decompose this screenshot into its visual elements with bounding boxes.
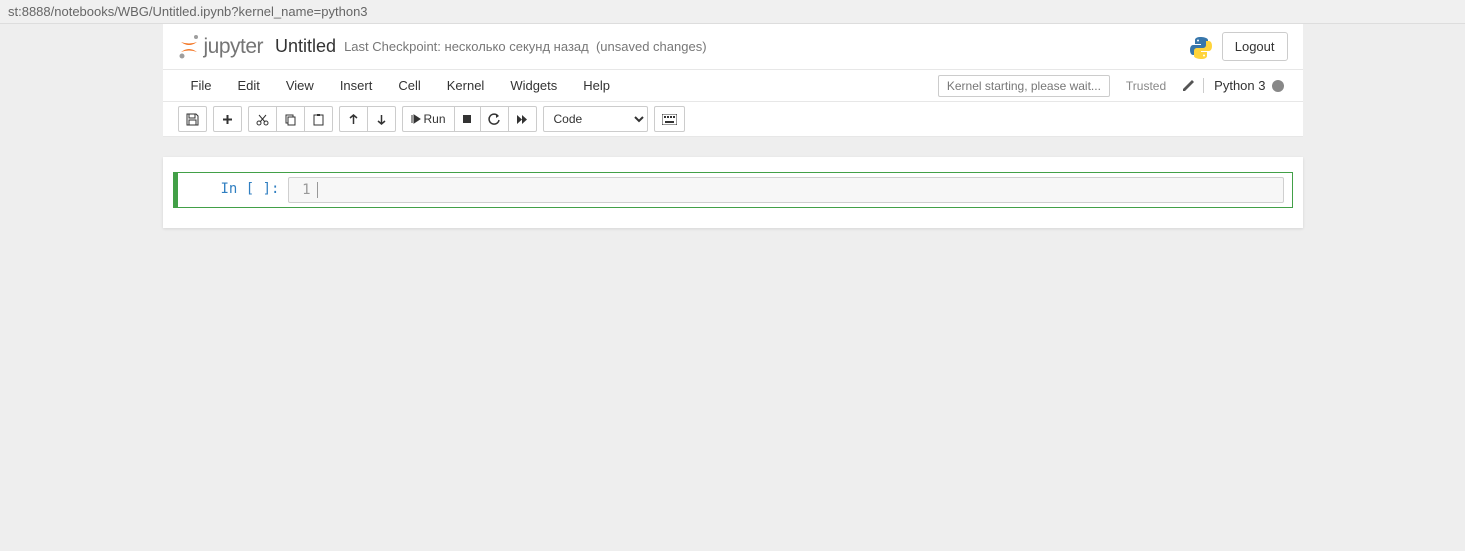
notebook-container: In [ ]: 1 <box>163 157 1303 228</box>
stop-icon <box>462 114 472 124</box>
cut-icon <box>256 113 269 126</box>
menu-help[interactable]: Help <box>570 70 623 101</box>
code-input[interactable] <box>317 182 1279 198</box>
command-palette-button[interactable] <box>654 106 685 132</box>
notebook-area: In [ ]: 1 <box>0 137 1465 248</box>
keyboard-icon <box>662 114 677 125</box>
logo-text: jupyter <box>204 35 264 59</box>
menu-kernel[interactable]: Kernel <box>434 70 498 101</box>
add-cell-button[interactable] <box>213 106 242 132</box>
run-icon <box>411 114 421 124</box>
fast-forward-icon <box>516 113 529 126</box>
move-group <box>339 106 396 132</box>
main-container: jupyter Untitled Last Checkpoint: нескол… <box>163 24 1303 137</box>
logout-button[interactable]: Logout <box>1222 32 1288 61</box>
paste-button[interactable] <box>304 106 333 132</box>
menu-right: Kernel starting, please wait... Trusted … <box>938 75 1288 97</box>
checkpoint-status: Last Checkpoint: несколько секунд назад … <box>344 39 706 54</box>
edit-icon[interactable] <box>1174 79 1203 92</box>
menu-file[interactable]: File <box>178 70 225 101</box>
plus-icon <box>221 113 234 126</box>
cell-type-select[interactable]: Code <box>543 106 648 132</box>
code-cell[interactable]: In [ ]: 1 <box>173 172 1293 208</box>
arrow-down-icon <box>375 113 388 126</box>
arrow-up-icon <box>347 113 360 126</box>
interrupt-button[interactable] <box>454 106 480 132</box>
header-right: Logout <box>1188 32 1288 61</box>
copy-button[interactable] <box>276 106 304 132</box>
move-up-button[interactable] <box>339 106 367 132</box>
restart-button[interactable] <box>480 106 508 132</box>
menu-edit[interactable]: Edit <box>224 70 272 101</box>
url-bar: st:8888/notebooks/WBG/Untitled.ipynb?ker… <box>0 0 1465 24</box>
jupyter-icon <box>178 34 200 60</box>
input-prompt: In [ ]: <box>178 177 288 203</box>
menu-cell[interactable]: Cell <box>385 70 433 101</box>
toolbar: Run Code <box>163 102 1303 137</box>
paste-icon <box>312 113 325 126</box>
menu-widgets[interactable]: Widgets <box>497 70 570 101</box>
move-down-button[interactable] <box>367 106 396 132</box>
jupyter-logo[interactable]: jupyter <box>178 34 264 60</box>
save-icon <box>186 113 199 126</box>
menu-view[interactable]: View <box>273 70 327 101</box>
restart-run-button[interactable] <box>508 106 537 132</box>
header: jupyter Untitled Last Checkpoint: нескол… <box>163 24 1303 70</box>
menu-left: File Edit View Insert Cell Kernel Widget… <box>178 70 938 101</box>
save-button[interactable] <box>178 106 207 132</box>
kernel-busy-icon <box>1272 80 1284 92</box>
menubar: File Edit View Insert Cell Kernel Widget… <box>163 70 1303 102</box>
run-group: Run <box>402 106 537 132</box>
kernel-notification: Kernel starting, please wait... <box>938 75 1110 97</box>
copy-icon <box>284 113 297 126</box>
notebook-title[interactable]: Untitled <box>275 36 336 57</box>
line-number: 1 <box>293 182 317 198</box>
cut-button[interactable] <box>248 106 276 132</box>
python-icon <box>1188 35 1212 59</box>
run-button[interactable]: Run <box>402 106 454 132</box>
menu-insert[interactable]: Insert <box>327 70 386 101</box>
cut-copy-paste-group <box>248 106 333 132</box>
trusted-indicator[interactable]: Trusted <box>1118 79 1174 93</box>
input-area[interactable]: 1 <box>288 177 1284 203</box>
restart-icon <box>488 113 501 126</box>
kernel-indicator[interactable]: Python 3 <box>1203 78 1287 93</box>
